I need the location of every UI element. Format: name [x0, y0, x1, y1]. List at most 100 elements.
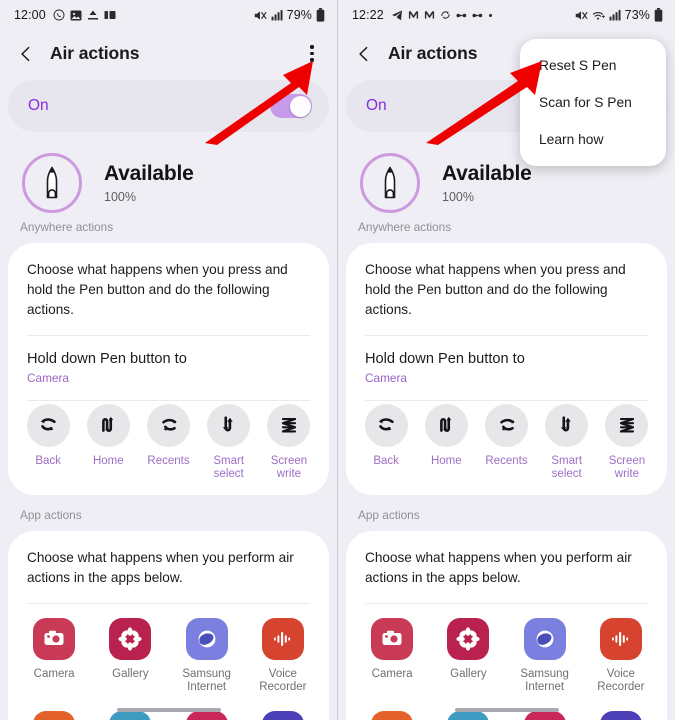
more-options-icon[interactable] [301, 42, 323, 66]
app-item-voice-recorder[interactable]: Voice Recorder [245, 617, 321, 701]
app-actions-card: Choose what happens when you perform air… [346, 531, 667, 720]
gesture-action-home[interactable]: Home [416, 403, 476, 482]
battery-level-text: 79% [286, 8, 312, 22]
section-label-anywhere-actions: Anywhere actions [358, 220, 452, 234]
anywhere-actions-description: Choose what happens when you press and h… [27, 262, 288, 317]
app-item-clock[interactable] [583, 711, 659, 720]
app-item-camera[interactable]: Camera [16, 617, 92, 701]
telegram-icon [391, 10, 403, 21]
recents-gesture-icon [485, 403, 528, 447]
whatsapp-icon [53, 9, 65, 21]
app-actions-card: Choose what happens when you perform air… [8, 531, 329, 720]
navigation-pill[interactable] [454, 708, 559, 712]
app-item-penup[interactable] [92, 711, 168, 720]
signal-icon [271, 9, 283, 21]
menu-item-reset-s-pen[interactable]: Reset S Pen [520, 47, 666, 84]
gesture-action-screen-write[interactable]: Screen write [259, 403, 319, 482]
status-bar: 12:22 73% [338, 0, 675, 30]
s-pen-status-text: Available 100% [104, 162, 194, 204]
gesture-action-back[interactable]: Back [18, 403, 78, 482]
app-item-samsung-internet[interactable]: Samsung Internet [507, 617, 583, 701]
app-actions-description-wrap: Choose what happens when you perform air… [8, 531, 329, 588]
toggle-label: On [366, 97, 387, 114]
ar-emoji-app-icon [185, 711, 228, 720]
gesture-action-label: Recents [485, 454, 528, 467]
notes-app-icon [371, 711, 414, 720]
menu-item-scan-for-s-pen[interactable]: Scan for S Pen [520, 84, 666, 121]
app-item-ar-emoji[interactable] [507, 711, 583, 720]
gesture-actions-row: Back Home Recents Smart select Screen wr… [346, 401, 667, 496]
phone-screen-left: 12:00 79% Air actions On Available 100% … [0, 0, 337, 720]
air-actions-switch[interactable] [270, 94, 312, 118]
screen-write-gesture-icon [267, 403, 311, 447]
app-item-ar-emoji[interactable] [169, 711, 245, 720]
back-chevron-icon[interactable] [17, 45, 35, 63]
signal-icon [609, 9, 621, 21]
gesture-action-home[interactable]: Home [78, 403, 138, 482]
s-pen-battery: 100% [104, 189, 136, 204]
status-notification-icons [53, 9, 116, 21]
app-label: Voice Recorder [259, 667, 307, 694]
app-item-penup[interactable] [430, 711, 506, 720]
app-item-gallery[interactable]: Gallery [92, 617, 168, 701]
back-chevron-icon[interactable] [355, 45, 373, 63]
samsung-internet-app-icon [185, 617, 228, 660]
app-actions-description: Choose what happens when you perform air… [365, 550, 632, 586]
app-item-clock[interactable] [245, 711, 321, 720]
app-item-notes[interactable] [354, 711, 430, 720]
air-actions-toggle-row[interactable]: On [8, 80, 329, 132]
app-label: Camera [33, 667, 75, 680]
app-item-camera[interactable]: Camera [354, 617, 430, 701]
status-notification-icons [391, 9, 493, 21]
upload-icon [87, 10, 99, 20]
section-label-app-actions: App actions [20, 508, 82, 523]
gesture-action-label: Home [430, 454, 462, 467]
gesture-action-recents[interactable]: Recents [476, 403, 536, 482]
gesture-action-recents[interactable]: Recents [138, 403, 198, 482]
hold-pen-button-setting[interactable]: Hold down Pen button to Camera [346, 336, 667, 400]
menu-item-learn-how[interactable]: Learn how [520, 121, 666, 158]
sync-icon [440, 9, 451, 21]
page-title: Air actions [50, 43, 140, 63]
app-actions-description-wrap: Choose what happens when you perform air… [346, 531, 667, 588]
gesture-action-label: Back [35, 454, 61, 467]
gesture-action-screen-write[interactable]: Screen write [597, 403, 657, 482]
app-item-samsung-internet[interactable]: Samsung Internet [169, 617, 245, 701]
gesture-action-smart-select[interactable]: Smart select [537, 403, 597, 482]
anywhere-actions-description-wrap: Choose what happens when you press and h… [346, 243, 667, 320]
navigation-pill[interactable] [116, 708, 221, 712]
gesture-action-label: Screen write [608, 454, 646, 480]
section-label-anywhere-actions: Anywhere actions [20, 220, 114, 234]
smart-select-gesture-icon [207, 403, 251, 447]
hold-pen-button-value: Camera [27, 370, 69, 385]
mail-icon [424, 10, 435, 20]
app-item-notes[interactable] [16, 711, 92, 720]
clock-app-icon [599, 711, 642, 720]
screenshot-stage: 12:00 79% Air actions On Available 100% … [0, 0, 675, 720]
app-item-gallery[interactable]: Gallery [430, 617, 506, 701]
s-pen-availability: Available [104, 161, 194, 185]
gesture-action-smart-select[interactable]: Smart select [199, 403, 259, 482]
app-bar: Air actions [0, 30, 337, 77]
back-gesture-icon [364, 403, 408, 447]
home-gesture-icon [424, 403, 468, 447]
gesture-action-label: Smart select [551, 454, 583, 480]
hold-pen-button-setting[interactable]: Hold down Pen button to Camera [8, 336, 329, 400]
voice-recorder-app-icon [599, 617, 642, 660]
smart-select-gesture-icon [545, 403, 589, 447]
app-item-voice-recorder[interactable]: Voice Recorder [583, 617, 659, 701]
s-pen-icon [360, 152, 420, 213]
s-pen-status-text: Available 100% [442, 162, 532, 204]
status-clock: 12:00 [14, 8, 46, 22]
gesture-action-back[interactable]: Back [356, 403, 416, 482]
samsung-internet-app-icon [523, 617, 566, 660]
s-pen-status-row: Available 100% [0, 132, 337, 216]
home-gesture-icon [86, 403, 130, 447]
anywhere-actions-description: Choose what happens when you press and h… [365, 262, 626, 317]
toggle-label: On [28, 97, 49, 114]
dot-icon [488, 13, 493, 18]
recents-gesture-icon [147, 403, 190, 447]
app-label: Samsung Internet [520, 667, 569, 694]
voice-recorder-app-icon [261, 617, 304, 660]
app-label: Samsung Internet [182, 667, 231, 694]
